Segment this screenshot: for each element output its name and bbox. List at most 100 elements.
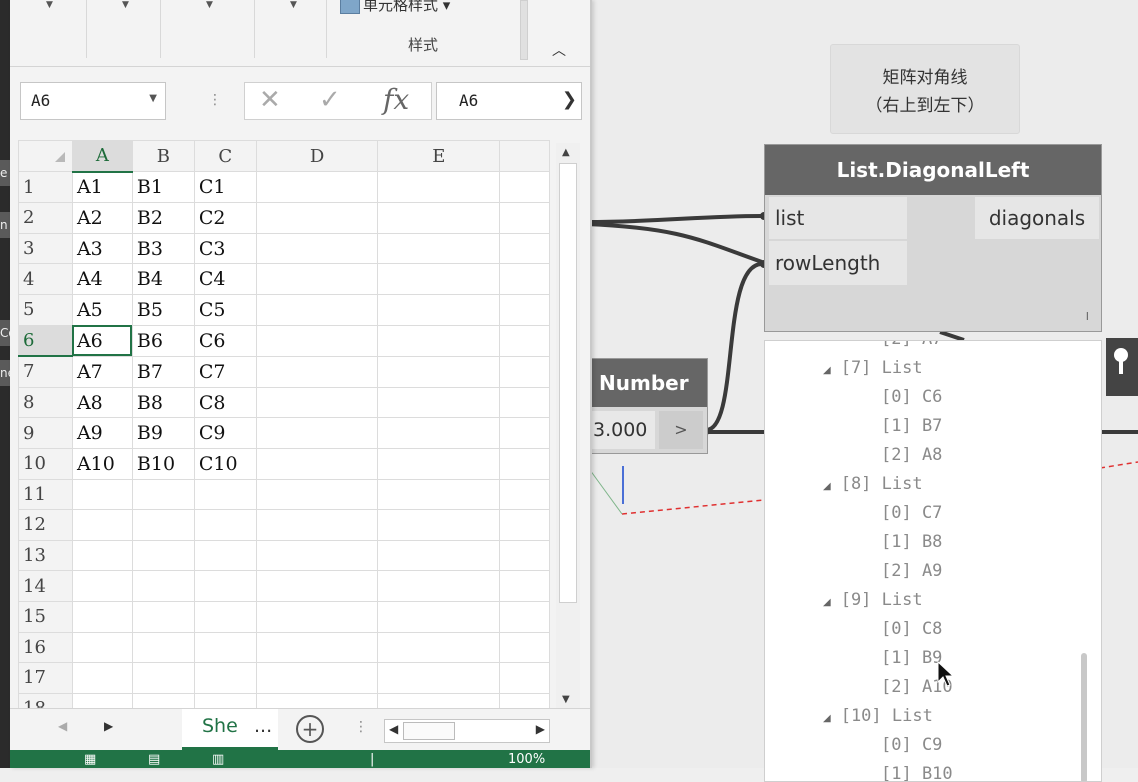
- expand-triangle-icon[interactable]: ◢: [823, 365, 831, 376]
- cell[interactable]: [193, 600, 257, 633]
- scroll-thumb[interactable]: [403, 722, 455, 740]
- cell[interactable]: [255, 417, 379, 449]
- name-box[interactable]: A6 ▼: [20, 82, 166, 120]
- cell[interactable]: A10: [71, 447, 133, 480]
- cell[interactable]: [499, 600, 550, 633]
- row-header[interactable]: 15: [18, 600, 73, 633]
- cell[interactable]: B2: [131, 202, 195, 234]
- cell[interactable]: C6: [193, 324, 257, 357]
- cell[interactable]: [377, 417, 501, 449]
- cell[interactable]: [377, 263, 501, 295]
- page-layout-icon[interactable]: ▤: [148, 752, 160, 767]
- scroll-up-icon[interactable]: ▲: [562, 147, 570, 158]
- expand-formula-bar-icon[interactable]: ❯: [562, 89, 577, 110]
- vertical-scrollbar[interactable]: ▲ ▼: [556, 143, 580, 709]
- list-diagonalleft-node[interactable]: List.DiagonalLeft list rowLength diagona…: [764, 144, 1102, 332]
- cell[interactable]: C2: [193, 202, 257, 234]
- watch-list-item[interactable]: [1] B7: [881, 416, 942, 436]
- cell[interactable]: [377, 570, 501, 602]
- cell[interactable]: [499, 509, 550, 541]
- watch-list-item[interactable]: [0] C7: [881, 503, 942, 523]
- output-port-number[interactable]: >: [659, 411, 703, 449]
- cell[interactable]: [193, 570, 257, 602]
- chevron-down-icon[interactable]: ▼: [149, 93, 157, 104]
- cell[interactable]: [377, 539, 501, 572]
- zoom-level[interactable]: 100%: [508, 752, 545, 767]
- collapse-ribbon-icon[interactable]: ︿: [552, 40, 566, 60]
- cell[interactable]: [193, 662, 257, 694]
- add-sheet-icon[interactable]: +: [296, 715, 324, 743]
- watch-list-item[interactable]: ◢ [9] List: [823, 590, 923, 610]
- cell[interactable]: [255, 692, 379, 708]
- cell[interactable]: [131, 570, 195, 602]
- input-port-list[interactable]: list: [769, 197, 907, 239]
- row-header[interactable]: 17: [18, 662, 73, 694]
- cell[interactable]: A1: [71, 171, 133, 204]
- cell[interactable]: [499, 293, 550, 326]
- row-header[interactable]: 11: [18, 478, 73, 511]
- watch-list-item[interactable]: [1] B10: [881, 764, 953, 781]
- cell[interactable]: [131, 539, 195, 572]
- cell[interactable]: B9: [131, 417, 195, 449]
- cell[interactable]: [71, 509, 133, 541]
- cell[interactable]: C10: [193, 447, 257, 480]
- cell[interactable]: B4: [131, 263, 195, 295]
- expand-triangle-icon[interactable]: ◢: [823, 481, 831, 492]
- cell[interactable]: [255, 171, 379, 204]
- cell[interactable]: [499, 355, 550, 388]
- cell[interactable]: [255, 386, 379, 419]
- cell[interactable]: [193, 539, 257, 572]
- cell[interactable]: [193, 478, 257, 511]
- row-header[interactable]: 3: [18, 232, 73, 265]
- row-header[interactable]: 12: [18, 509, 73, 541]
- cell[interactable]: C5: [193, 293, 257, 326]
- cell[interactable]: [71, 631, 133, 664]
- cell[interactable]: [71, 478, 133, 511]
- cell[interactable]: [255, 232, 379, 265]
- scroll-left-icon[interactable]: ◀: [389, 722, 398, 736]
- cell[interactable]: [499, 570, 550, 602]
- cell[interactable]: B5: [131, 293, 195, 326]
- watch-list-item[interactable]: ◢ [8] List: [823, 474, 923, 494]
- cell[interactable]: [255, 631, 379, 664]
- ribbon-dropdown-icon[interactable]: ▼: [290, 0, 297, 10]
- cell[interactable]: [131, 631, 195, 664]
- horizontal-scrollbar[interactable]: ◀ ▶: [384, 719, 550, 743]
- input-port-rowlength[interactable]: rowLength: [769, 241, 907, 285]
- cell[interactable]: C7: [193, 355, 257, 388]
- watch-list-item[interactable]: ◢ [7] List: [823, 358, 923, 378]
- number-node[interactable]: Number 3.000 >: [588, 358, 708, 454]
- watch-preview-panel[interactable]: [2] A7 ◢ [7] List [0] C6 [1] B7 [2] A8 ◢ [8] Li…: [764, 340, 1102, 782]
- cell[interactable]: C3: [193, 232, 257, 265]
- cell[interactable]: [499, 662, 550, 694]
- cell[interactable]: B6: [131, 324, 195, 357]
- select-all-corner[interactable]: [18, 140, 73, 173]
- cell[interactable]: [499, 692, 550, 708]
- cell[interactable]: [377, 662, 501, 694]
- cell[interactable]: [255, 539, 379, 572]
- cell[interactable]: A6: [71, 324, 133, 357]
- cell[interactable]: [377, 293, 501, 326]
- enter-icon[interactable]: ✓: [319, 85, 341, 115]
- excel-window[interactable]: ▼ ▼ ▼ ▼ 单元格样式 ▾ 样式 ︿ A6 ▼ ⋮ ✕ ✓ fx A6 ❯ …: [10, 0, 592, 768]
- cell[interactable]: [255, 263, 379, 295]
- watch-list-item[interactable]: [2] A8: [881, 445, 942, 465]
- cell[interactable]: [255, 447, 379, 480]
- cell[interactable]: [499, 324, 550, 357]
- ribbon-dropdown-icon[interactable]: ▼: [46, 0, 53, 10]
- cell[interactable]: [71, 539, 133, 572]
- cell[interactable]: A9: [71, 417, 133, 449]
- watch-list-item[interactable]: [2] A9: [881, 561, 942, 581]
- cell[interactable]: A7: [71, 355, 133, 388]
- cell[interactable]: [377, 447, 501, 480]
- row-header[interactable]: 18: [18, 692, 73, 708]
- cell[interactable]: [499, 478, 550, 511]
- formula-bar-splitter[interactable]: ⋮: [208, 92, 222, 108]
- cell[interactable]: [499, 171, 550, 204]
- output-port-diagonals[interactable]: diagonals: [975, 197, 1099, 239]
- cell[interactable]: B1: [131, 171, 195, 204]
- row-header[interactable]: 9: [18, 417, 73, 449]
- column-header-f[interactable]: [499, 140, 550, 173]
- row-header[interactable]: 1: [18, 171, 73, 204]
- row-header[interactable]: 4: [18, 263, 73, 295]
